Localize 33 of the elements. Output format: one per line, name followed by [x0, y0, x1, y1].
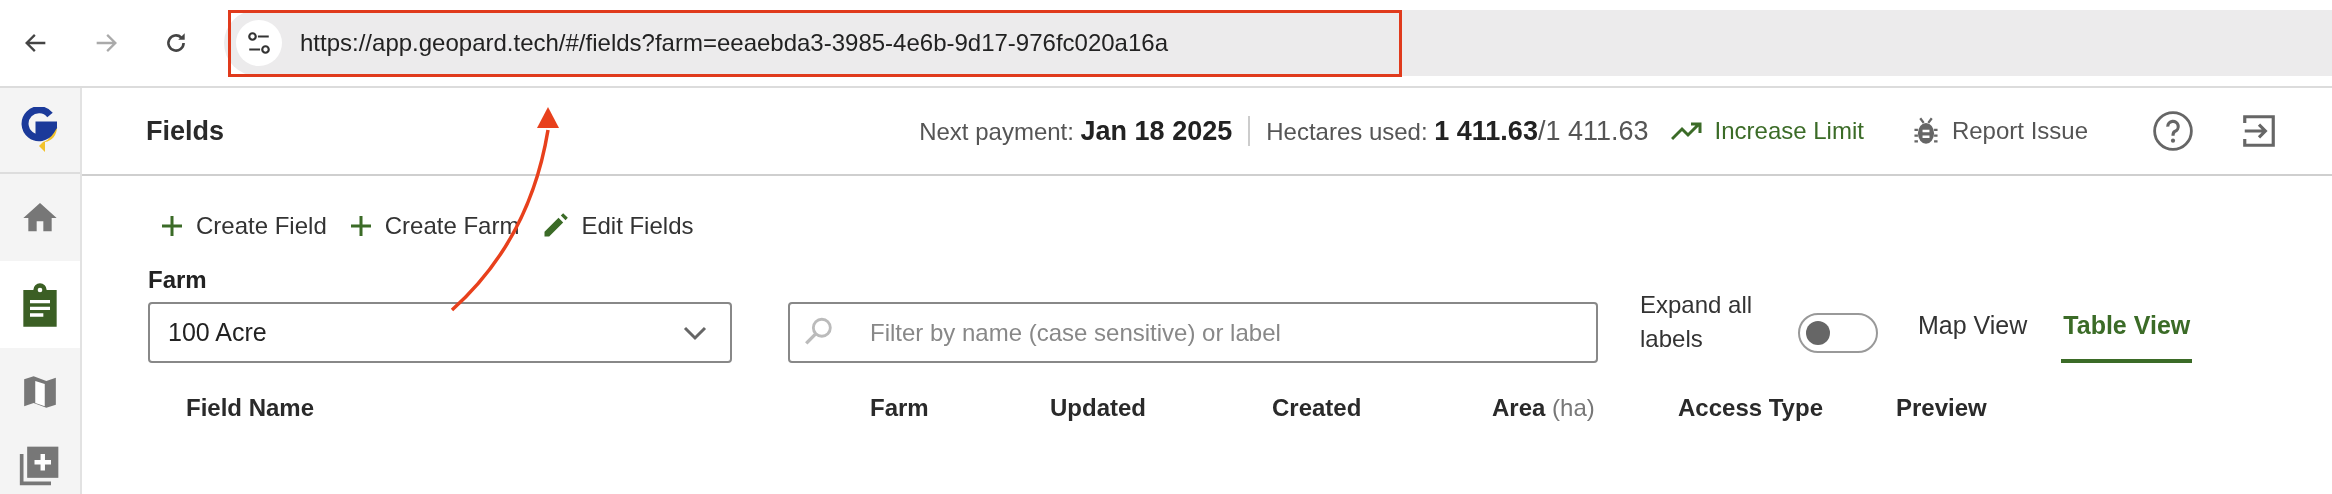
plus-icon	[348, 214, 373, 238]
next-payment-text: Next payment: Jan 18 2025	[919, 115, 1233, 147]
plus-icon	[160, 214, 184, 238]
toolbar-button[interactable]: Create Field	[160, 212, 327, 240]
farm-select[interactable]: 100 Acre	[148, 302, 732, 363]
farm-label: Farm	[148, 266, 208, 294]
trending-up-icon	[1670, 121, 1703, 141]
site-settings-icon[interactable]	[246, 30, 272, 56]
column-header: Area (ha)	[1492, 394, 1595, 421]
column-header: Preview	[1896, 394, 1987, 421]
clipboard-icon[interactable]	[20, 282, 60, 327]
hectares-used-text: Hectares used: 1 411.63/1 411.63	[1266, 115, 1649, 147]
exit-icon[interactable]	[2240, 112, 2278, 150]
search-field[interactable]: Filter by name (case sensitive) or label	[788, 302, 1598, 363]
view-tab[interactable]: Table View	[2061, 291, 2193, 363]
report-issue-button[interactable]: Report Issue	[1911, 116, 2088, 146]
address-bar[interactable]: https://app.geopard.tech/#/fields?farm=eeaebda3-3985-4e6b-9d17-976fc020a16a	[224, 10, 2332, 76]
help-icon[interactable]	[2152, 110, 2194, 152]
column-header: Field Name	[186, 394, 315, 421]
url-text: https://app.geopard.tech/#/fields?farm=eeaebda3-3985-4e6b-9d17-976fc020a16a	[300, 29, 1168, 57]
logo-icon[interactable]	[21, 107, 59, 153]
page-title: Fields	[146, 115, 226, 147]
column-header: Updated	[1050, 394, 1146, 421]
sidebar-item[interactable]	[0, 261, 80, 348]
column-header: Access Type	[1678, 394, 1823, 421]
column-header: Farm	[870, 394, 929, 421]
increase-limit-button[interactable]: Increase Limit	[1670, 117, 1864, 145]
expand-labels-toggle[interactable]	[1798, 313, 1878, 353]
expand-labels-text: Expand all labels	[1640, 289, 1754, 354]
bug-icon	[1911, 116, 1940, 146]
view-tab[interactable]: Map View	[1916, 291, 2030, 363]
toolbar-button[interactable]: Edit Fields	[541, 212, 694, 240]
column-header: Created	[1272, 394, 1362, 421]
